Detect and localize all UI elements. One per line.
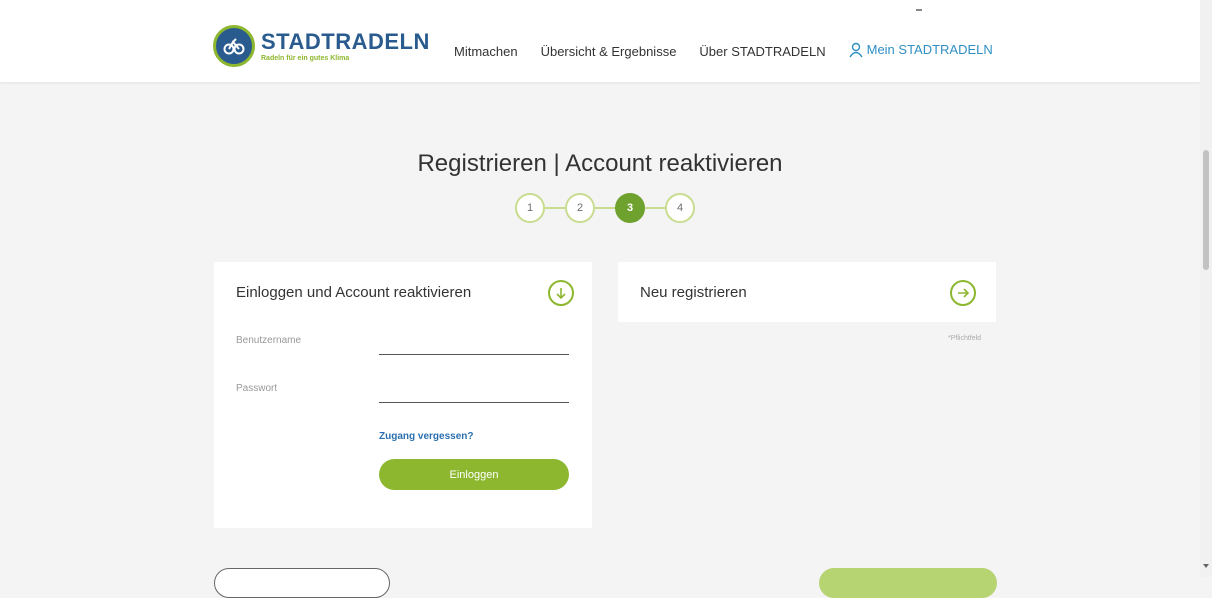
register-card[interactable]: Neu registrieren bbox=[618, 262, 996, 322]
step-2: 2 bbox=[565, 193, 595, 223]
arrow-right-circle-icon[interactable] bbox=[950, 280, 976, 306]
nav-item-mein-label: Mein STADTRADELN bbox=[866, 42, 993, 57]
login-button[interactable]: Einloggen bbox=[379, 459, 569, 490]
back-button[interactable] bbox=[214, 568, 390, 598]
arrow-down-circle-icon[interactable] bbox=[548, 280, 574, 306]
username-input[interactable] bbox=[379, 354, 569, 355]
username-label: Benutzername bbox=[236, 335, 302, 346]
step-connector bbox=[545, 207, 565, 209]
logo-slogan: Radeln für ein gutes Klima bbox=[261, 54, 350, 62]
nav-item-ueber[interactable]: Über STADTRADELN bbox=[699, 44, 825, 59]
login-card: Einloggen und Account reaktivieren Benut… bbox=[214, 262, 592, 528]
user-icon bbox=[849, 42, 863, 57]
logo[interactable]: STADTRADELN Radeln für ein gutes Klima bbox=[213, 25, 430, 67]
forgot-access-link[interactable]: Zugang vergessen? bbox=[379, 431, 473, 442]
nav-item-mein-stadtradeln[interactable]: Mein STADTRADELN bbox=[849, 40, 993, 59]
password-label: Passwort bbox=[236, 383, 278, 394]
logo-name: STADTRADELN bbox=[261, 28, 430, 54]
nav-item-mitmachen[interactable]: Mitmachen bbox=[454, 44, 518, 59]
step-3-active: 3 bbox=[615, 193, 645, 223]
bicycle-logo-icon bbox=[213, 25, 255, 67]
site-header: STADTRADELN Radeln für ein gutes Klima M… bbox=[0, 0, 1200, 82]
nav-item-uebersicht[interactable]: Übersicht & Ergebnisse bbox=[541, 44, 677, 59]
step-connector bbox=[595, 207, 615, 209]
required-field-note: *Pflichtfeld bbox=[948, 335, 982, 342]
scrollbar[interactable] bbox=[1200, 0, 1212, 577]
step-connector bbox=[645, 207, 665, 209]
next-button[interactable] bbox=[819, 568, 997, 598]
register-card-title: Neu registrieren bbox=[640, 284, 747, 301]
scrollbar-thumb[interactable] bbox=[1203, 150, 1209, 270]
step-indicator: 1 2 3 4 bbox=[515, 193, 695, 223]
password-input[interactable] bbox=[379, 402, 569, 403]
main-nav: Mitmachen Übersicht & Ergebnisse Über ST… bbox=[454, 42, 993, 59]
scroll-down-icon[interactable] bbox=[1203, 564, 1209, 568]
divider bbox=[916, 9, 922, 11]
step-4: 4 bbox=[665, 193, 695, 223]
login-card-title: Einloggen und Account reaktivieren bbox=[236, 284, 472, 301]
page-title: Registrieren | Account reaktivieren bbox=[417, 150, 783, 177]
step-1: 1 bbox=[515, 193, 545, 223]
